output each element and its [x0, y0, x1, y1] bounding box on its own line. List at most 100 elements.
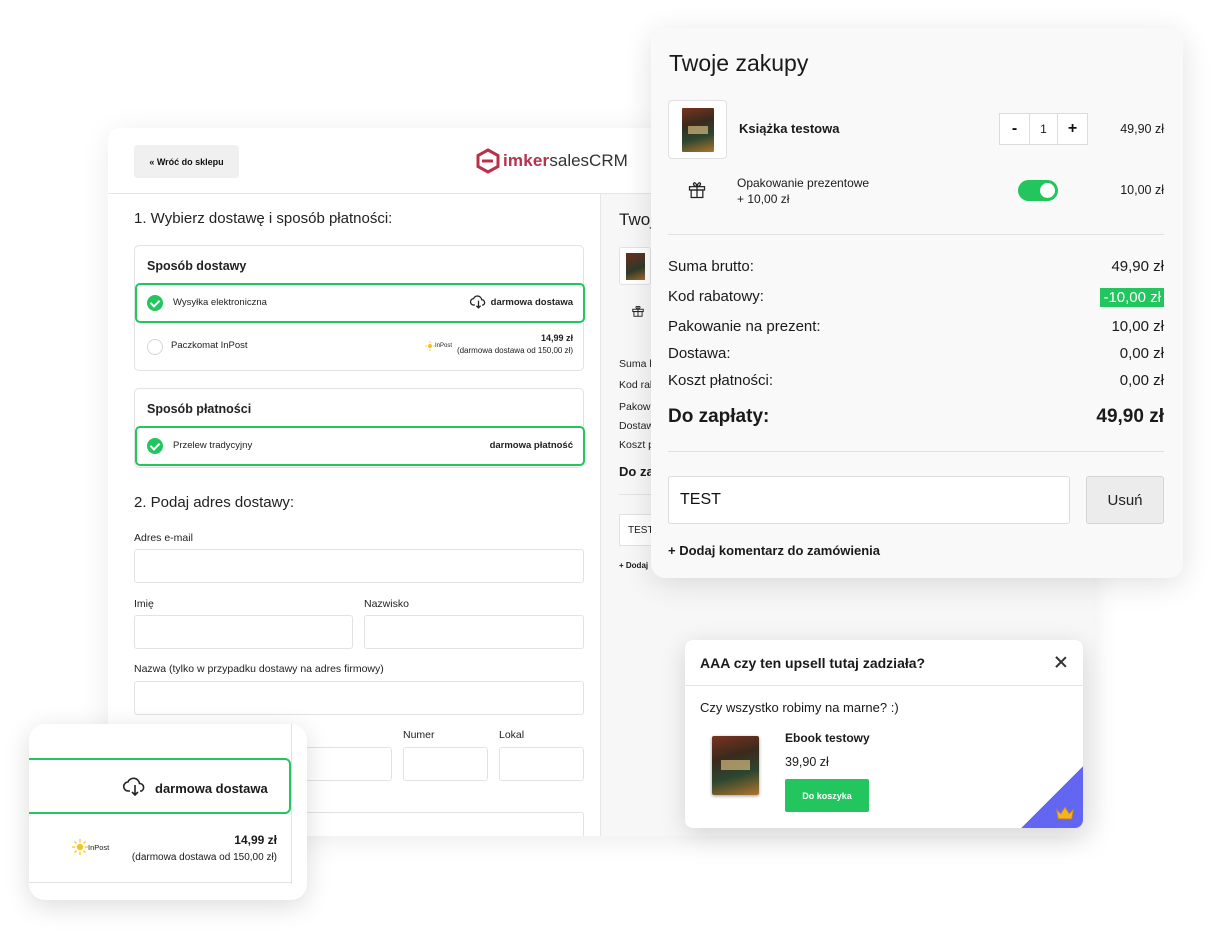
email-field[interactable] [134, 549, 584, 583]
inpost-logo-text: InPost [88, 842, 110, 852]
delivery-option-inpost[interactable]: Paczkomat InPost InPost 14,99 zł (darmow… [135, 328, 585, 368]
delivery-option-label: Paczkomat InPost [171, 340, 248, 351]
upsell-product-price: 39,90 zł [785, 755, 829, 769]
product-name: Książka testowa [739, 121, 840, 136]
delivery-option-price: 14,99 zł (darmowa dostawa od 150,00 zł) [457, 333, 573, 355]
street-field[interactable] [294, 747, 392, 781]
close-icon[interactable] [1055, 656, 1067, 668]
product-thumbnail [619, 247, 651, 285]
imker-logo-icon [476, 148, 500, 174]
summary-value: 0,00 zł [1119, 345, 1164, 362]
discount-value-badge: -10,00 zł [1100, 288, 1164, 307]
number-field[interactable] [403, 747, 488, 781]
gift-icon [688, 182, 706, 199]
delivery-option-price: darmowa dostawa [155, 781, 268, 796]
total-value: 49,90 zł [1096, 406, 1164, 427]
first-name-field[interactable] [134, 615, 353, 649]
last-name-field[interactable] [364, 615, 584, 649]
summary-label: Koszt płatności: [668, 372, 774, 389]
inpost-logo: InPost [425, 341, 452, 351]
summary-label: Kod rabatowy: [668, 288, 764, 305]
price-value: 14,99 zł [540, 333, 573, 343]
inpost-sun-icon [72, 839, 88, 855]
gift-wrap-price: 10,00 zł [1120, 183, 1164, 197]
delivery-title: Sposób dostawy [147, 259, 247, 273]
gift-wrap-toggle[interactable] [1018, 180, 1058, 201]
payment-box: Sposób płatności Przelew tradycyjny darm… [134, 388, 585, 468]
price-note: (darmowa dostawa od 150,00 zł) [456, 346, 573, 355]
unit-field[interactable] [499, 747, 584, 781]
delivery-option-price: 14,99 zł (darmowa dostawa od 150,00 zł) [132, 833, 277, 863]
divider [291, 724, 292, 884]
divider [29, 882, 292, 883]
summary-discount-row: Kod rabatowy: -10,00 zł [668, 288, 1164, 308]
summary-row: Koszt p [619, 439, 655, 451]
cart-title: Twoje zakupy [669, 50, 809, 76]
quantity-stepper: - 1 + [999, 113, 1088, 145]
summary-giftwrap-row: Pakowanie na prezent: 10,00 zł [668, 318, 1164, 338]
summary-label: Dostawa: [668, 345, 731, 362]
upsell-popup: AAA czy ten upsell tutaj zadziała? Czy w… [685, 640, 1083, 828]
book-cover-image [682, 108, 714, 152]
summary-payment-row: Koszt płatności: 0,00 zł [668, 372, 1164, 392]
add-to-cart-button[interactable]: Do koszyka [785, 779, 869, 812]
radio-button[interactable] [147, 339, 163, 355]
check-icon [147, 438, 163, 454]
summary-value: 49,90 zł [1111, 258, 1164, 275]
gift-icon [632, 305, 644, 317]
imker-logo: imker salesCRM [475, 146, 628, 176]
divider [668, 451, 1164, 452]
decrease-quantity-button[interactable]: - [1000, 114, 1029, 144]
summary-total: Do za [619, 464, 654, 479]
crown-icon [1056, 806, 1074, 820]
number-label: Numer [403, 729, 435, 741]
price-value: 14,99 zł [234, 833, 277, 847]
summary-gross-row: Suma brutto: 49,90 zł [668, 258, 1164, 278]
check-icon [147, 295, 163, 311]
upsell-title: AAA czy ten upsell tutaj zadziała? [700, 655, 926, 671]
price-note: (darmowa dostawa od 150,00 zł) [131, 852, 277, 863]
logo-main-text: imker [503, 151, 550, 170]
summary-row: Dostaw [619, 420, 655, 432]
divider [668, 234, 1164, 235]
total-label: Do zapłaty: [668, 406, 770, 427]
summary-delivery-row: Dostawa: 0,00 zł [668, 345, 1164, 365]
step1-title: 1. Wybierz dostawę i sposób płatności: [134, 210, 393, 227]
payment-title: Sposób płatności [147, 402, 252, 416]
summary-value: 10,00 zł [1111, 318, 1164, 335]
increase-quantity-button[interactable]: + [1058, 114, 1087, 144]
cart-card: Twoje zakupy Książka testowa - 1 + 49,90… [651, 28, 1183, 578]
extra-field[interactable] [294, 812, 584, 836]
add-comment-link[interactable]: + Dodaj [619, 561, 648, 570]
delivery-option-electronic-zoomed[interactable]: darmowa dostawa [29, 758, 291, 814]
add-comment-link[interactable]: + Dodaj komentarz do zamówienia [668, 543, 880, 558]
summary-value: 0,00 zł [1119, 372, 1164, 389]
company-label: Nazwa (tylko w przypadku dostawy na adre… [134, 663, 384, 675]
cloud-download-icon [123, 777, 145, 796]
product-thumbnail [668, 100, 727, 159]
logo-sub-text: salesCRM [549, 151, 628, 170]
divider [685, 685, 1083, 686]
first-name-label: Imię [134, 598, 154, 610]
back-to-shop-button[interactable]: « Wróć do sklepu [134, 145, 239, 178]
remove-discount-button[interactable]: Usuń [1086, 476, 1164, 524]
discount-code-input[interactable] [668, 476, 1070, 524]
gift-wrap-label: Opakowanie prezentowe + 10,00 zł [737, 175, 869, 207]
summary-row: Suma b [619, 358, 656, 370]
delivery-option-electronic[interactable]: Wysyłka elektroniczna darmowa dostawa [135, 283, 585, 323]
summary-label: Suma brutto: [668, 258, 754, 275]
quantity-value[interactable]: 1 [1029, 114, 1058, 144]
payment-option-price: darmowa płatność [489, 440, 573, 451]
last-name-label: Nazwisko [364, 598, 409, 610]
inpost-sun-icon [425, 341, 435, 351]
product-price: 49,90 zł [1120, 122, 1164, 136]
summary-label: Pakowanie na prezent: [668, 318, 821, 335]
payment-option-transfer[interactable]: Przelew tradycyjny darmowa płatność [135, 426, 585, 466]
summary-title: Twoj [619, 210, 654, 229]
ebook-cover-image [712, 736, 759, 795]
company-field[interactable] [134, 681, 584, 715]
gift-wrap-extra: + 10,00 zł [737, 192, 790, 206]
inpost-logo: InPost [72, 839, 109, 855]
email-label: Adres e-mail [134, 532, 193, 544]
upsell-description: Czy wszystko robimy na marne? :) [700, 700, 899, 715]
